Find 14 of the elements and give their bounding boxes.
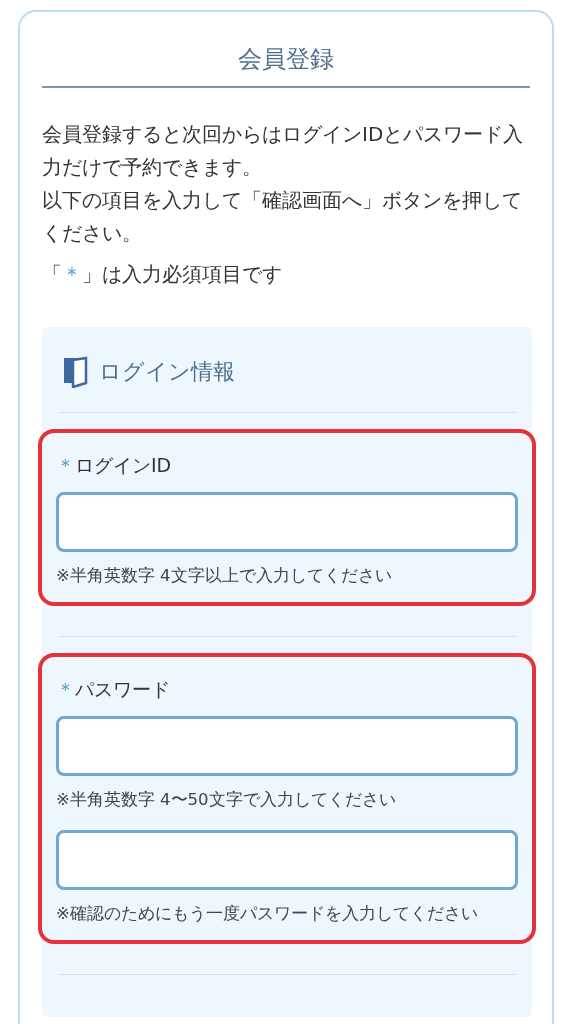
text-input-field[interactable] — [56, 716, 518, 776]
text-input-field[interactable] — [56, 830, 518, 890]
field-label: ＊ログインID — [56, 453, 173, 478]
page-title: 会員登録 — [237, 44, 335, 75]
required-note: 「＊」は入力必須項目です — [42, 261, 283, 288]
intro-paragraph: 会員登録すると次回からはログインIDとパスワード入力だけで予約できます。 — [42, 121, 525, 181]
intro-paragraph: 以下の項目を入力して「確認画面へ」ボタンを押してください。 — [42, 187, 523, 247]
door-icon — [63, 355, 89, 388]
field-hint: ※半角英数字 4〜50文字で入力してください — [56, 789, 397, 811]
section-heading: ログイン情報 — [99, 358, 235, 386]
field-hint: ※確認のためにもう一度パスワードを入力してください — [56, 903, 479, 925]
field-hint: ※半角英数字 4文字以上で入力してください — [56, 565, 393, 587]
text-input-field[interactable] — [56, 492, 518, 552]
field-label: ＊パスワード — [56, 677, 171, 702]
